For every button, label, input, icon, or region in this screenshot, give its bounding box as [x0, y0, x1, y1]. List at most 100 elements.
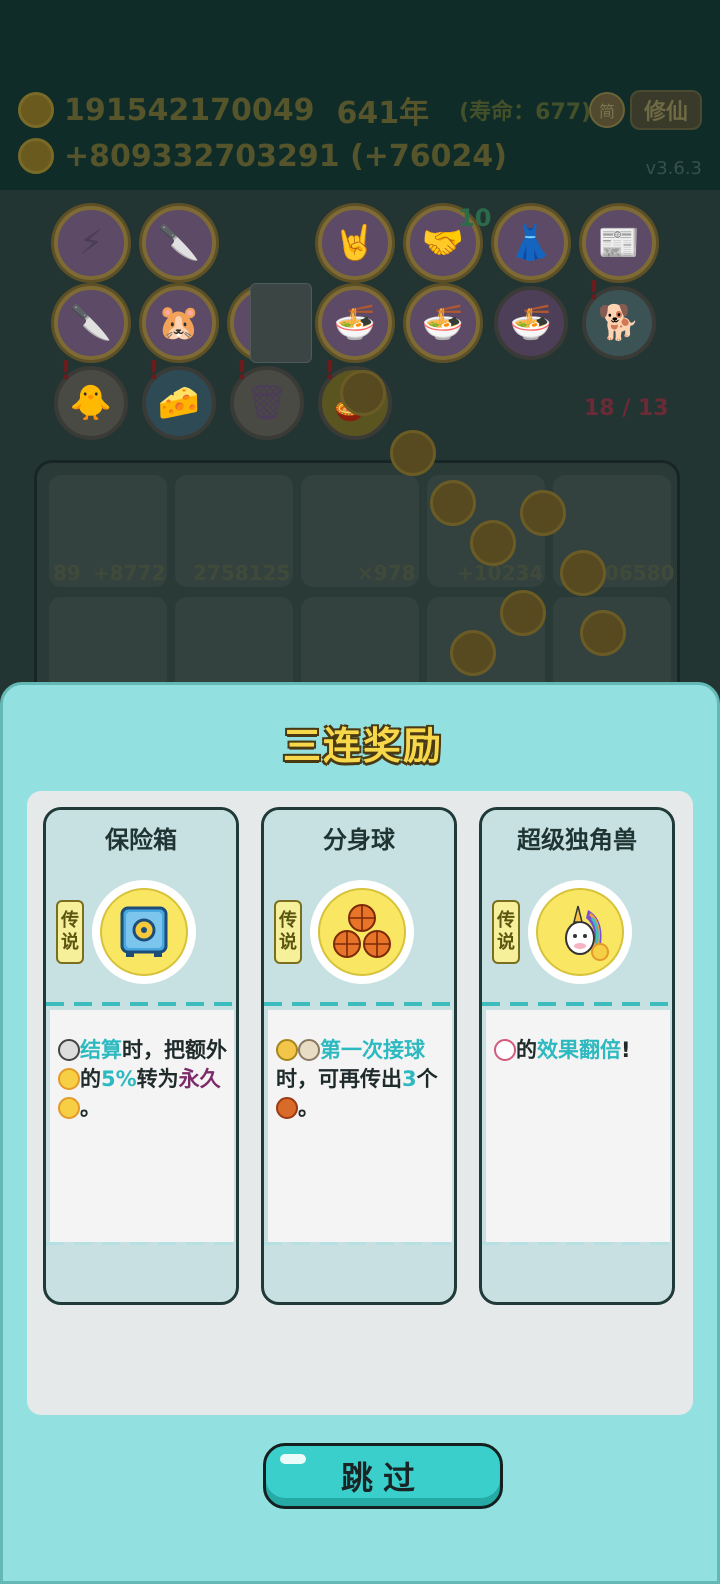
bowls-up-item-icon[interactable]: 🍜 — [494, 286, 568, 360]
granny-icon — [298, 1039, 320, 1061]
money-value: 191542170049 — [64, 92, 315, 128]
playfield: ⚡ 🔪 🤘 🤝 10 👗 📰 🔪 🐹 🍜 🍜 🍜 🐕 🐥 🧀 🗑 🪔 18 / … — [0, 190, 720, 700]
basketball-icon — [276, 1097, 298, 1119]
stack-count-badge: 10 — [458, 204, 492, 232]
coin-icon — [18, 138, 54, 174]
xian-coin-icon[interactable]: 简 — [589, 92, 625, 128]
keyword-text: 5% — [101, 1067, 137, 1091]
rarity-text: 传 — [497, 910, 515, 931]
coin-icon — [450, 630, 496, 676]
cheese-item-icon[interactable]: 🧀 — [142, 356, 216, 440]
divider — [264, 1242, 454, 1245]
description-text: 的效果翻倍! — [494, 1036, 670, 1065]
item-tooltip — [250, 283, 312, 363]
card-title: 分身球 — [323, 826, 395, 854]
modal-title: 三连奖励 — [282, 724, 443, 768]
desc-text: 。 — [80, 1096, 101, 1120]
chick-icon — [276, 1039, 298, 1061]
divider — [482, 1002, 672, 1006]
keyword-text: 永久 — [178, 1067, 221, 1091]
card-icon-core — [536, 888, 624, 976]
keyword-text: 第一次接球 — [320, 1038, 425, 1062]
coin-icon — [58, 1068, 80, 1090]
rarity-text: 说 — [279, 932, 297, 953]
skirt-item-icon[interactable]: 👗 — [494, 206, 568, 280]
card-description: 结算时，把额外的5%转为永久。 — [50, 1010, 234, 1242]
bowls-up-item-icon[interactable]: 🍜 — [318, 286, 392, 360]
desc-text: 时，把额外 — [122, 1038, 227, 1062]
skip-button[interactable]: 跳过 — [263, 1443, 503, 1509]
rarity-badge: 传 说 — [56, 900, 84, 964]
income-value: +809332703291 (+76024) — [64, 138, 507, 174]
desc-text: 转为 — [136, 1067, 179, 1091]
desc-text: 时，可再传出 — [276, 1067, 402, 1091]
rarity-badge: 传 说 — [492, 900, 520, 964]
coin-icon — [430, 480, 476, 526]
coin-icon — [340, 370, 386, 416]
money-row: 191542170049 641年 (寿命：677) — [18, 88, 591, 132]
divider — [46, 1242, 236, 1245]
coin-icon — [390, 430, 436, 476]
coin-icon — [560, 550, 606, 596]
card-description: 的效果翻倍! — [486, 1010, 670, 1242]
safe-icon — [120, 906, 168, 957]
divider — [46, 1002, 236, 1006]
husky-item-icon[interactable]: 🐕 — [582, 276, 656, 360]
unicorn-icon — [565, 905, 609, 961]
card-icon-frame — [528, 880, 632, 984]
description-text: 第一次接球时，可再传出3个。 — [276, 1036, 452, 1123]
cleaver-item-icon[interactable]: 🔪 — [142, 206, 216, 280]
triple-reward-modal: 三连奖励 保险箱 传 说 结算时，把额外的5%转为永久。 分身球 传 说 第一次… — [0, 682, 720, 1584]
sunglasses-face-icon — [58, 1039, 80, 1061]
top-status-bar: 191542170049 641年 (寿命：677) 简 修仙 +8093327… — [0, 0, 720, 190]
shelf-number: 2758125 — [193, 561, 291, 585]
keyword-text: 结算 — [80, 1038, 122, 1062]
trash-bag-item-icon[interactable]: 🗑 — [230, 356, 304, 440]
chick-egg-item-icon[interactable]: 🐥 — [54, 356, 128, 440]
desc-text: 个 — [416, 1067, 438, 1091]
reward-card-safe[interactable]: 保险箱 传 说 结算时，把额外的5%转为永久。 — [43, 807, 239, 1305]
coin-icon — [18, 92, 54, 128]
coin-icon — [500, 590, 546, 636]
card-title: 保险箱 — [105, 826, 177, 854]
cleaver-item-icon[interactable]: 🔪 — [54, 286, 128, 360]
bowls-up-item-icon[interactable]: 🍜 — [406, 286, 480, 360]
card-icon-core — [318, 888, 406, 976]
card-title: 超级独角兽 — [517, 826, 637, 854]
reward-card-clone-ball[interactable]: 分身球 传 说 第一次接球时，可再传出3个。 — [261, 807, 457, 1305]
card-description: 第一次接球时，可再传出3个。 — [268, 1010, 452, 1242]
coin-icon — [58, 1097, 80, 1119]
lifespan-value: (寿命：677) — [459, 100, 592, 125]
reward-panel: 保险箱 传 说 结算时，把额外的5%转为永久。 分身球 传 说 第一次接球时，可… — [27, 791, 693, 1509]
income-row: +809332703291 (+76024) — [18, 138, 507, 174]
unicorn-icon — [494, 1039, 516, 1061]
lightning-item-icon[interactable]: ⚡ — [54, 206, 128, 280]
coin-icon — [580, 610, 626, 656]
keyword-text: 3 — [402, 1067, 417, 1091]
card-icon-frame — [310, 880, 414, 984]
rarity-text: 说 — [497, 932, 515, 953]
desc-text: 的 — [80, 1067, 101, 1091]
coin-icon — [520, 490, 566, 536]
desc-text: 的 — [516, 1038, 537, 1062]
inventory-ratio: 18 / 13 — [584, 396, 669, 421]
game-background: 191542170049 641年 (寿命：677) 简 修仙 +8093327… — [0, 0, 720, 700]
time-magazine-item-icon[interactable]: 📰 — [582, 206, 656, 280]
rarity-text: 传 — [279, 910, 297, 931]
desc-text: 。 — [298, 1096, 319, 1120]
desc-text: ! — [621, 1038, 631, 1062]
rock-hand-item-icon[interactable]: 🤘 — [318, 206, 392, 280]
description-text: 结算时，把额外的5%转为永久。 — [58, 1036, 234, 1123]
rarity-text: 说 — [61, 932, 79, 953]
coin-icon — [470, 520, 516, 566]
divider — [482, 1242, 672, 1245]
xiuxian-button[interactable]: 修仙 — [630, 90, 702, 130]
shelf-number: ×978 — [357, 561, 416, 585]
keyword-text: 效果翻倍 — [537, 1038, 621, 1062]
hamsters-item-icon[interactable]: 🐹 — [142, 286, 216, 360]
years-value: 641年 — [336, 96, 430, 131]
reward-card-super-unicorn[interactable]: 超级独角兽 传 说 的效果翻倍! — [479, 807, 675, 1305]
version-label: v3.6.3 — [645, 158, 702, 179]
card-icon-frame — [92, 880, 196, 984]
rarity-badge: 传 说 — [274, 900, 302, 964]
